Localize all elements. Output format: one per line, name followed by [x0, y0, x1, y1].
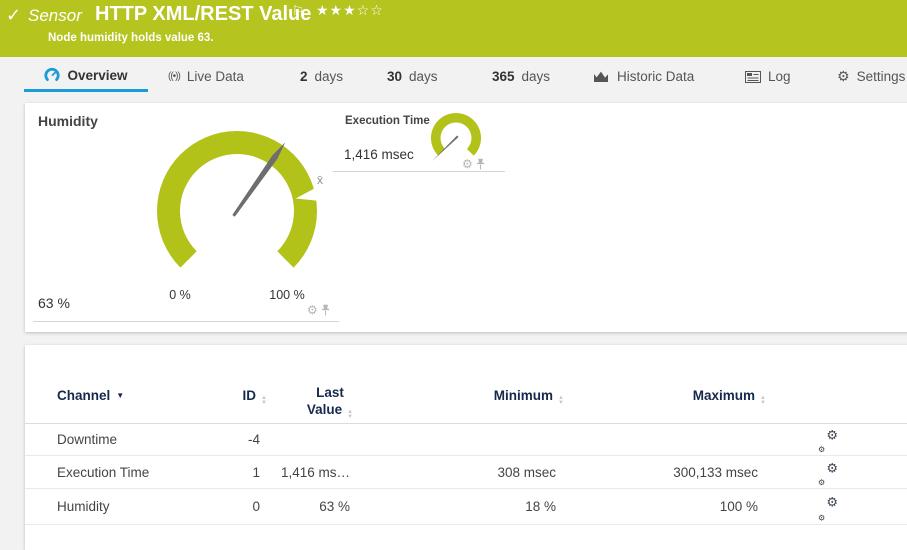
- gauge-mean-marker-label: x̄: [317, 173, 323, 187]
- column-header-last-value[interactable]: Last: [290, 385, 370, 400]
- table-row-humidity[interactable]: Humidity 0 63 % 18 % 100 % ⚙⚙: [25, 489, 907, 525]
- cell-id: 0: [200, 489, 260, 525]
- column-header-label: Value: [307, 402, 342, 417]
- tab-overview[interactable]: Overview: [24, 61, 148, 92]
- tab-label-number: 365: [492, 69, 515, 84]
- log-list-icon: [745, 71, 761, 83]
- tab-label: days: [315, 69, 344, 84]
- column-header-maximum[interactable]: Maximum ▲▼: [610, 388, 766, 405]
- gear-icon[interactable]: ⚙: [307, 303, 318, 317]
- column-header-label: Maximum: [693, 388, 755, 403]
- tab-log[interactable]: Log: [745, 61, 791, 92]
- cell-minimum: 18 %: [409, 489, 556, 525]
- tab-label: Settings: [857, 69, 906, 84]
- tab-label-number: 2: [300, 69, 308, 84]
- live-data-icon: ((•)): [168, 71, 180, 82]
- sort-desc-icon: ▼: [116, 391, 124, 400]
- gear-icon[interactable]: ⚙: [462, 157, 473, 171]
- sensor-status-message: Node humidity holds value 63.: [48, 32, 214, 44]
- sensor-header: ✓ Sensor HTTP XML/REST Value ⚐ ★★★☆☆ Nod…: [0, 0, 907, 57]
- column-header-label: Minimum: [494, 388, 553, 403]
- tab-365-days[interactable]: 365 days: [492, 61, 550, 92]
- gauge-current-value: 63 %: [38, 295, 70, 311]
- tab-settings[interactable]: ⚙ Settings: [837, 61, 905, 92]
- priority-stars[interactable]: ★★★☆☆: [316, 2, 384, 19]
- gauge-toolbar: ⚙: [307, 303, 330, 317]
- tab-label-number: 30: [387, 69, 402, 84]
- cell-channel[interactable]: Execution Time: [57, 456, 149, 489]
- cell-minimum: 308 msec: [409, 456, 556, 489]
- gauge-min-label: 0 %: [155, 288, 205, 302]
- column-header-id[interactable]: ID ▲▼: [200, 388, 267, 405]
- tab-live-data[interactable]: ((•)) Live Data: [168, 61, 244, 92]
- tab-label: Log: [768, 69, 791, 84]
- tab-2-days[interactable]: 2 days: [300, 61, 343, 92]
- pin-icon[interactable]: [321, 304, 330, 316]
- edit-channel-icon[interactable]: ⚙⚙: [818, 489, 842, 524]
- stars-filled: ★★★: [316, 2, 357, 18]
- stars-empty: ☆☆: [357, 2, 384, 18]
- sort-icon: ▲▼: [347, 410, 353, 419]
- tab-historic-data[interactable]: Historic Data: [593, 61, 694, 92]
- humidity-gauge-panel: Humidity 0 % 100 % 63 % x̄ ⚙: [33, 107, 339, 322]
- column-header-label: Last: [316, 385, 344, 400]
- overview-gauges-panel: Humidity 0 % 100 % 63 % x̄ ⚙ Execution T…: [25, 103, 907, 332]
- area-chart-icon: [593, 70, 610, 83]
- tab-label: Historic Data: [617, 69, 694, 84]
- cell-last-value: 63 %: [270, 489, 350, 525]
- cell-maximum: 100 %: [610, 489, 758, 525]
- tab-label: Live Data: [187, 69, 244, 84]
- gauge-current-value: 1,416 msec: [344, 147, 414, 162]
- column-header-label: ID: [243, 388, 257, 403]
- flag-icon[interactable]: ⚐: [292, 3, 304, 19]
- cell-channel[interactable]: Humidity: [57, 489, 110, 525]
- gauge-title: Execution Time: [345, 115, 430, 127]
- gauge-title: Humidity: [38, 113, 98, 129]
- table-row-downtime[interactable]: Downtime -4 ⚙⚙: [25, 423, 907, 456]
- table-row-execution-time[interactable]: Execution Time 1 1,416 ms… 308 msec 300,…: [25, 456, 907, 489]
- sort-icon: ▲▼: [760, 396, 766, 405]
- execution-time-gauge-panel: Execution Time 1,416 msec ⚙: [333, 107, 505, 172]
- tab-label: days: [409, 69, 438, 84]
- pin-icon[interactable]: [476, 158, 485, 170]
- tab-30-days[interactable]: 30 days: [387, 61, 438, 92]
- sort-icon: ▲▼: [261, 396, 267, 405]
- cell-id: 1: [200, 456, 260, 489]
- tab-label: days: [522, 69, 551, 84]
- gauge-icon: [44, 67, 60, 83]
- gauge-toolbar: ⚙: [462, 157, 485, 171]
- column-header-last-value-line2[interactable]: Value ▲▼: [290, 402, 370, 419]
- edit-channel-icon[interactable]: ⚙⚙: [818, 423, 842, 455]
- gauge-max-label: 100 %: [262, 288, 312, 302]
- sensor-type-label: Sensor: [28, 6, 82, 26]
- column-header-minimum[interactable]: Minimum ▲▼: [409, 388, 564, 405]
- sensor-title: HTTP XML/REST Value: [95, 3, 311, 26]
- cell-maximum: 300,133 msec: [610, 456, 758, 489]
- status-ok-icon: ✓: [6, 5, 21, 26]
- sort-icon: ▲▼: [558, 396, 564, 405]
- tab-label: Overview: [67, 68, 127, 83]
- cell-channel[interactable]: Downtime: [57, 423, 117, 456]
- column-header-channel[interactable]: Channel ▼: [57, 388, 124, 403]
- cell-last-value: 1,416 ms…: [270, 456, 350, 489]
- column-header-label: Channel: [57, 388, 110, 403]
- cell-id: -4: [200, 423, 260, 456]
- gear-icon: ⚙: [837, 68, 850, 85]
- channels-table-panel: Channel ▼ ID ▲▼ Last Value ▲▼ Minimum ▲▼ Max…: [25, 345, 907, 550]
- humidity-gauge: [137, 111, 337, 311]
